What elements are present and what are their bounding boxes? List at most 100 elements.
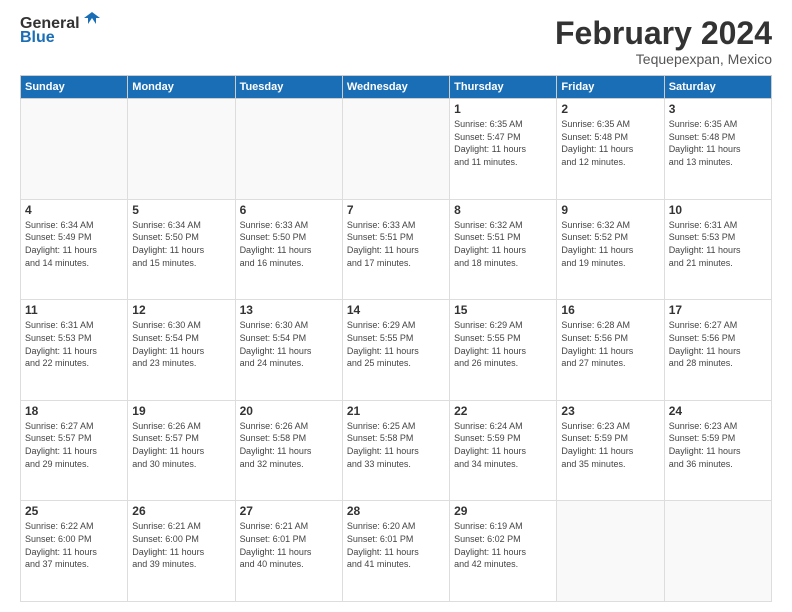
- day-info: Sunrise: 6:32 AM Sunset: 5:51 PM Dayligh…: [454, 219, 552, 269]
- day-number: 15: [454, 303, 552, 317]
- table-row: 24 Sunrise: 6:23 AM Sunset: 5:59 PM Dayli…: [664, 400, 771, 501]
- day-info: Sunrise: 6:21 AM Sunset: 6:00 PM Dayligh…: [132, 520, 230, 570]
- day-info: Sunrise: 6:34 AM Sunset: 5:49 PM Dayligh…: [25, 219, 123, 269]
- day-info: Sunrise: 6:29 AM Sunset: 5:55 PM Dayligh…: [454, 319, 552, 369]
- table-row: 14 Sunrise: 6:29 AM Sunset: 5:55 PM Dayli…: [342, 300, 449, 401]
- day-info: Sunrise: 6:28 AM Sunset: 5:56 PM Dayligh…: [561, 319, 659, 369]
- logo-container: General Blue: [20, 16, 102, 46]
- table-row: 1 Sunrise: 6:35 AM Sunset: 5:47 PM Daylig…: [450, 99, 557, 200]
- day-number: 20: [240, 404, 338, 418]
- calendar-header-row: Sunday Monday Tuesday Wednesday Thursday…: [21, 76, 772, 99]
- day-info: Sunrise: 6:23 AM Sunset: 5:59 PM Dayligh…: [561, 420, 659, 470]
- table-row: 22 Sunrise: 6:24 AM Sunset: 5:59 PM Dayli…: [450, 400, 557, 501]
- table-row: 6 Sunrise: 6:33 AM Sunset: 5:50 PM Daylig…: [235, 199, 342, 300]
- table-row: 23 Sunrise: 6:23 AM Sunset: 5:59 PM Dayli…: [557, 400, 664, 501]
- calendar-week-row: 1 Sunrise: 6:35 AM Sunset: 5:47 PM Daylig…: [21, 99, 772, 200]
- day-info: Sunrise: 6:33 AM Sunset: 5:50 PM Dayligh…: [240, 219, 338, 269]
- table-row: 3Sunrise: 6:35 AM Sunset: 5:48 PM Daylig…: [664, 99, 771, 200]
- calendar-week-row: 11 Sunrise: 6:31 AM Sunset: 5:53 PM Dayli…: [21, 300, 772, 401]
- table-row: 15 Sunrise: 6:29 AM Sunset: 5:55 PM Dayli…: [450, 300, 557, 401]
- col-thursday: Thursday: [450, 76, 557, 99]
- day-number: 5: [132, 203, 230, 217]
- day-number: 10: [669, 203, 767, 217]
- day-number: 25: [25, 504, 123, 518]
- day-info: Sunrise: 6:20 AM Sunset: 6:01 PM Dayligh…: [347, 520, 445, 570]
- day-info: Sunrise: 6:24 AM Sunset: 5:59 PM Dayligh…: [454, 420, 552, 470]
- day-number: 13: [240, 303, 338, 317]
- day-info: Sunrise: 6:23 AM Sunset: 5:59 PM Dayligh…: [669, 420, 767, 470]
- day-info: Sunrise: 6:30 AM Sunset: 5:54 PM Dayligh…: [132, 319, 230, 369]
- col-monday: Monday: [128, 76, 235, 99]
- table-row: 2 Sunrise: 6:35 AM Sunset: 5:48 PM Daylig…: [557, 99, 664, 200]
- table-row: 10 Sunrise: 6:31 AM Sunset: 5:53 PM Dayli…: [664, 199, 771, 300]
- calendar-week-row: 25 Sunrise: 6:22 AM Sunset: 6:00 PM Dayli…: [21, 501, 772, 602]
- table-row: [557, 501, 664, 602]
- title-block: February 2024 Tequepexpan, Mexico: [555, 16, 772, 67]
- day-number: 27: [240, 504, 338, 518]
- table-row: [342, 99, 449, 200]
- col-tuesday: Tuesday: [235, 76, 342, 99]
- day-info: Sunrise: 6:26 AM Sunset: 5:57 PM Dayligh…: [132, 420, 230, 470]
- day-info: Sunrise: 6:27 AM Sunset: 5:57 PM Dayligh…: [25, 420, 123, 470]
- table-row: 4Sunrise: 6:34 AM Sunset: 5:49 PM Daylig…: [21, 199, 128, 300]
- header: General Blue February 2024 Tequepexpan, …: [20, 16, 772, 67]
- day-number: 22: [454, 404, 552, 418]
- day-info: Sunrise: 6:26 AM Sunset: 5:58 PM Dayligh…: [240, 420, 338, 470]
- day-info: Sunrise: 6:31 AM Sunset: 5:53 PM Dayligh…: [25, 319, 123, 369]
- table-row: 9 Sunrise: 6:32 AM Sunset: 5:52 PM Daylig…: [557, 199, 664, 300]
- table-row: 12 Sunrise: 6:30 AM Sunset: 5:54 PM Dayli…: [128, 300, 235, 401]
- day-number: 21: [347, 404, 445, 418]
- day-number: 1: [454, 102, 552, 116]
- day-number: 23: [561, 404, 659, 418]
- day-info: Sunrise: 6:25 AM Sunset: 5:58 PM Dayligh…: [347, 420, 445, 470]
- table-row: [664, 501, 771, 602]
- day-info: Sunrise: 6:21 AM Sunset: 6:01 PM Dayligh…: [240, 520, 338, 570]
- day-number: 8: [454, 203, 552, 217]
- day-number: 16: [561, 303, 659, 317]
- day-info: Sunrise: 6:35 AM Sunset: 5:48 PM Dayligh…: [561, 118, 659, 168]
- calendar-table: Sunday Monday Tuesday Wednesday Thursday…: [20, 75, 772, 602]
- col-wednesday: Wednesday: [342, 76, 449, 99]
- table-row: 18 Sunrise: 6:27 AM Sunset: 5:57 PM Dayli…: [21, 400, 128, 501]
- table-row: 27 Sunrise: 6:21 AM Sunset: 6:01 PM Dayli…: [235, 501, 342, 602]
- day-number: 11: [25, 303, 123, 317]
- col-saturday: Saturday: [664, 76, 771, 99]
- table-row: 13 Sunrise: 6:30 AM Sunset: 5:54 PM Dayli…: [235, 300, 342, 401]
- page-subtitle: Tequepexpan, Mexico: [555, 51, 772, 67]
- calendar-week-row: 18 Sunrise: 6:27 AM Sunset: 5:57 PM Dayli…: [21, 400, 772, 501]
- day-info: Sunrise: 6:31 AM Sunset: 5:53 PM Dayligh…: [669, 219, 767, 269]
- logo: General Blue: [20, 16, 102, 46]
- day-number: 7: [347, 203, 445, 217]
- day-info: Sunrise: 6:19 AM Sunset: 6:02 PM Dayligh…: [454, 520, 552, 570]
- table-row: 16 Sunrise: 6:28 AM Sunset: 5:56 PM Dayli…: [557, 300, 664, 401]
- table-row: 19Sunrise: 6:26 AM Sunset: 5:57 PM Dayli…: [128, 400, 235, 501]
- day-number: 2: [561, 102, 659, 116]
- table-row: 29 Sunrise: 6:19 AM Sunset: 6:02 PM Dayli…: [450, 501, 557, 602]
- table-row: 7Sunrise: 6:33 AM Sunset: 5:51 PM Daylig…: [342, 199, 449, 300]
- logo-blue-text: Blue: [20, 30, 102, 46]
- table-row: 26 Sunrise: 6:21 AM Sunset: 6:00 PM Dayli…: [128, 501, 235, 602]
- page: General Blue February 2024 Tequepexpan, …: [0, 0, 792, 612]
- col-sunday: Sunday: [21, 76, 128, 99]
- day-info: Sunrise: 6:35 AM Sunset: 5:47 PM Dayligh…: [454, 118, 552, 168]
- day-number: 3: [669, 102, 767, 116]
- day-number: 14: [347, 303, 445, 317]
- logo-bird-icon: [82, 10, 102, 30]
- day-info: Sunrise: 6:29 AM Sunset: 5:55 PM Dayligh…: [347, 319, 445, 369]
- table-row: 28 Sunrise: 6:20 AM Sunset: 6:01 PM Dayli…: [342, 501, 449, 602]
- day-number: 26: [132, 504, 230, 518]
- col-friday: Friday: [557, 76, 664, 99]
- table-row: 8 Sunrise: 6:32 AM Sunset: 5:51 PM Daylig…: [450, 199, 557, 300]
- day-number: 17: [669, 303, 767, 317]
- day-number: 6: [240, 203, 338, 217]
- day-number: 9: [561, 203, 659, 217]
- day-info: Sunrise: 6:32 AM Sunset: 5:52 PM Dayligh…: [561, 219, 659, 269]
- day-info: Sunrise: 6:22 AM Sunset: 6:00 PM Dayligh…: [25, 520, 123, 570]
- day-number: 28: [347, 504, 445, 518]
- day-number: 18: [25, 404, 123, 418]
- day-number: 24: [669, 404, 767, 418]
- day-number: 12: [132, 303, 230, 317]
- page-title: February 2024: [555, 16, 772, 51]
- day-info: Sunrise: 6:30 AM Sunset: 5:54 PM Dayligh…: [240, 319, 338, 369]
- day-number: 29: [454, 504, 552, 518]
